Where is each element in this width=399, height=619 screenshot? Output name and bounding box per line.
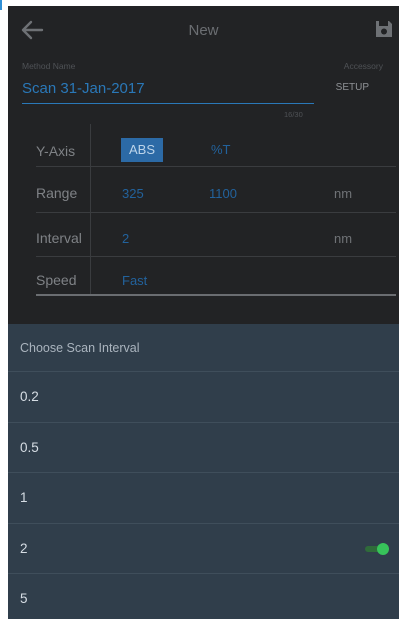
floppy-disk-icon bbox=[376, 21, 392, 37]
interval-option-1[interactable]: 1 bbox=[8, 473, 399, 524]
interval-unit: nm bbox=[334, 231, 353, 246]
method-name-label: Method Name bbox=[22, 61, 76, 71]
option-label: 5 bbox=[20, 591, 28, 606]
range-unit: nm bbox=[334, 186, 353, 201]
grid-row-divider bbox=[36, 166, 396, 167]
method-name-input[interactable]: Scan 31-Jan-2017 bbox=[22, 80, 145, 97]
yaxis-abs-option[interactable]: ABS bbox=[121, 138, 163, 162]
range-start-input[interactable]: 325 bbox=[122, 186, 144, 201]
grid-bottom-divider bbox=[36, 294, 396, 296]
interval-input[interactable]: 2 bbox=[122, 231, 129, 246]
range-label: Range bbox=[36, 185, 78, 201]
method-name-underline bbox=[22, 103, 314, 104]
page-title: New bbox=[188, 22, 219, 39]
interval-label: Interval bbox=[36, 230, 82, 246]
save-button[interactable] bbox=[373, 18, 397, 42]
indicator-knob bbox=[377, 542, 389, 555]
accessory-label: Accessory bbox=[343, 61, 383, 71]
speed-label: Speed bbox=[36, 272, 77, 288]
app-bar: New bbox=[8, 6, 399, 54]
grid-row-divider bbox=[36, 212, 396, 213]
setup-button[interactable]: SETUP bbox=[336, 82, 369, 93]
app-screen: New Method Name Scan 31-Jan-2017 16/30 A… bbox=[8, 6, 399, 619]
interval-option-2[interactable]: 2 bbox=[8, 524, 399, 574]
selected-indicator-icon bbox=[365, 542, 389, 555]
interval-option-0-2[interactable]: 0.2 bbox=[8, 372, 399, 423]
chooser-title: Choose Scan Interval bbox=[8, 324, 399, 372]
option-label: 0.5 bbox=[20, 439, 39, 455]
interval-option-0-5[interactable]: 0.5 bbox=[8, 423, 399, 473]
interval-option-5[interactable]: 5 bbox=[8, 574, 399, 619]
grid-row-divider bbox=[36, 256, 396, 257]
grid-column-divider bbox=[90, 124, 91, 294]
yaxis-label: Y-Axis bbox=[36, 143, 76, 159]
range-end-input[interactable]: 1100 bbox=[209, 186, 237, 201]
parameter-grid: Y-Axis ABS %T Range 325 1100 nm Interval… bbox=[28, 124, 396, 300]
method-name-char-counter: 16/30 bbox=[284, 110, 303, 119]
option-label: 0.2 bbox=[20, 389, 39, 404]
top-accent-line bbox=[0, 0, 2, 10]
yaxis-transmittance-option[interactable]: %T bbox=[211, 142, 231, 157]
option-label: 2 bbox=[20, 540, 28, 556]
scan-interval-chooser: Choose Scan Interval 0.2 0.5 1 2 5 bbox=[8, 324, 399, 619]
option-label: 1 bbox=[20, 490, 28, 505]
speed-input[interactable]: Fast bbox=[122, 273, 147, 288]
